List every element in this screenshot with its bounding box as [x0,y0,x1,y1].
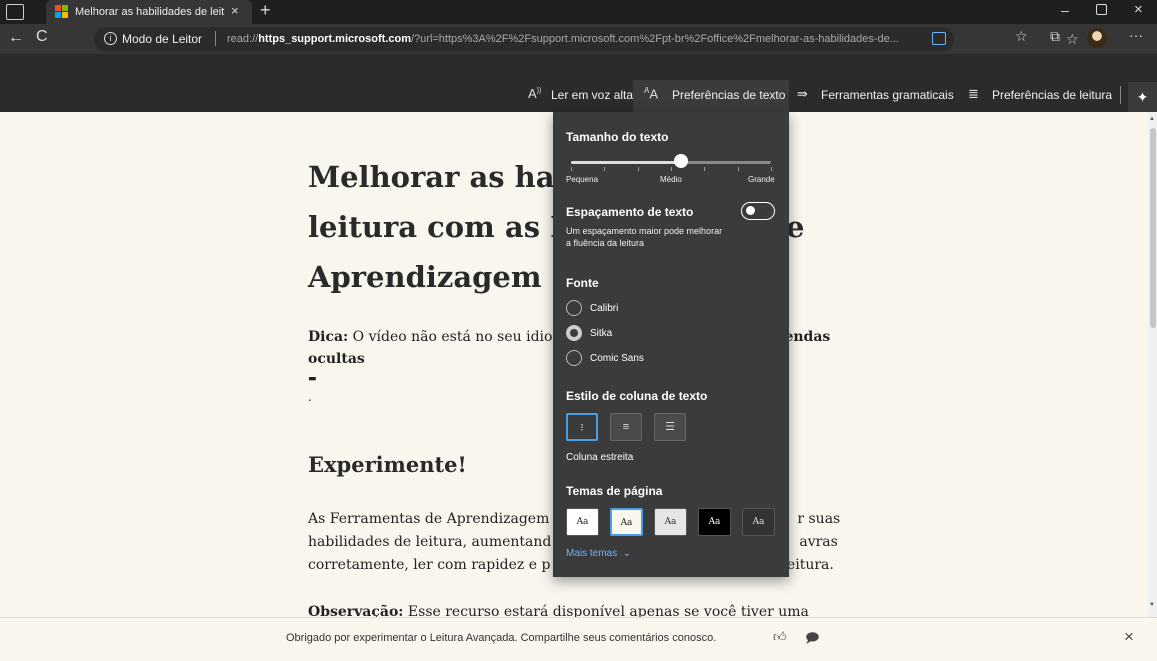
scroll-thumb[interactable] [1150,128,1156,328]
toolbar-divider [1120,86,1121,104]
comment-icon[interactable]: 🗩 [805,629,819,651]
collections-icon[interactable]: ⧉ [1050,28,1060,45]
text-spacing-heading: Espaçamento de texto [566,205,694,219]
tab-title: Melhorar as habilidades de leitura [75,6,225,18]
text-preferences-icon: AA [644,86,659,102]
title-bar: Melhorar as habilidades de leitura × + –… [0,0,1157,24]
text-size-slider[interactable] [571,161,771,164]
favorites-icon[interactable]: ☆ [1015,28,1028,45]
column-style-caption: Coluna estreita [566,452,634,463]
reader-mode-label: Modo de Leitor [122,32,203,46]
tab-close-icon[interactable]: × [231,3,239,18]
font-heading: Fonte [566,276,599,290]
reader-toolbar: A)) Ler em voz alta AA Preferências de t… [0,54,1157,112]
restore-button[interactable] [1096,4,1107,15]
scrollbar[interactable]: ▲ ▼ [1148,112,1157,617]
section-heading: Experimente! [308,452,467,477]
text-spacing-description: Um espaçamento maior pode melhorar a flu… [566,226,723,248]
page-theme-swatch[interactable]: Aa [610,508,643,536]
scroll-up-icon[interactable]: ▲ [1149,116,1155,122]
slider-tick [738,167,739,171]
slider-thumb[interactable] [674,154,688,168]
navigation-bar: ← C i Modo de Leitor read://https_suppor… [0,24,1157,54]
feedback-text: Obrigado por experimentar o Leitura Avan… [286,632,717,644]
slider-tick [704,167,705,171]
more-themes-link[interactable]: Mais temas ⌄ [566,548,631,559]
font-label-sitka[interactable]: Sitka [590,328,612,339]
toggle-knob [746,206,755,215]
address-divider [215,31,216,46]
microsoft-logo-icon [55,5,68,18]
slider-tick [571,167,572,171]
font-radio-calibri[interactable] [566,300,582,316]
slider-tick [604,167,605,171]
new-tab-button[interactable]: + [260,0,271,21]
font-label-comic-sans[interactable]: Comic Sans [590,353,644,364]
text-spacing-toggle[interactable] [741,202,775,220]
reading-preferences-button[interactable]: Preferências de leitura [992,88,1112,102]
column-wide-button[interactable]: ☰ [654,413,686,441]
column-medium-button[interactable]: ≡ [610,413,642,441]
tip-dot: . [308,390,312,404]
slider-fill [571,161,681,164]
close-feedback-button[interactable]: × [1124,627,1134,647]
page-theme-swatch[interactable]: Aa [566,508,599,536]
slider-label-large: Grande [748,175,775,184]
add-favorite-icon[interactable]: ☆ [1066,31,1079,48]
pin-toolbar-icon[interactable]: ✦ [1128,82,1157,112]
caption-icon: ▬ [308,374,317,384]
column-narrow-button[interactable]: ⁝ [566,413,598,441]
tab-actions-icon[interactable] [6,4,24,20]
text-preferences-panel: Tamanho do texto Pequena Médio Grande Es… [553,112,789,577]
text-preferences-button[interactable]: Preferências de texto [672,88,785,102]
read-aloud-icon: A)) [528,86,542,101]
font-radio-comic-sans[interactable] [566,350,582,366]
reading-preferences-icon: ≣ [968,86,979,101]
immersive-reader-icon[interactable] [932,32,946,45]
grammar-tools-button[interactable]: Ferramentas gramaticais [821,88,954,102]
close-window-button[interactable]: × [1134,1,1143,18]
back-button[interactable]: ← [8,29,24,47]
feedback-bar: Obrigado por experimentar o Leitura Avan… [0,617,1157,661]
text-size-heading: Tamanho do texto [566,130,669,144]
info-icon[interactable]: i [104,32,117,45]
slider-tick [671,167,672,171]
refresh-button[interactable]: C [36,28,48,46]
grammar-tools-icon: ⇛ [797,86,808,101]
more-menu-button[interactable]: ··· [1129,27,1143,43]
page-themes-heading: Temas de página [566,484,663,498]
minimize-button[interactable]: – [1061,2,1069,18]
profile-avatar[interactable] [1087,28,1107,48]
page-theme-swatch[interactable]: Aa [742,508,775,536]
font-label-calibri[interactable]: Calibri [590,303,618,314]
page-theme-swatch[interactable]: Aa [698,508,731,536]
slider-tick [638,167,639,171]
browser-tab[interactable]: Melhorar as habilidades de leitura × [46,0,252,24]
read-aloud-button[interactable]: Ler em voz alta [551,88,633,102]
page-theme-swatch[interactable]: Aa [654,508,687,536]
slider-tick [771,167,772,171]
url-text[interactable]: read://https_support.microsoft.com/?url=… [227,33,927,45]
slider-label-small: Pequena [566,175,599,184]
address-bar[interactable]: i Modo de Leitor read://https_support.mi… [94,27,1079,51]
font-radio-sitka[interactable] [566,325,582,341]
slider-label-medium: Médio [660,175,682,184]
column-style-heading: Estilo de coluna de texto [566,389,708,403]
thumbs-up-icon[interactable]: 👍︎ [773,629,787,645]
scroll-down-icon[interactable]: ▼ [1149,602,1155,608]
